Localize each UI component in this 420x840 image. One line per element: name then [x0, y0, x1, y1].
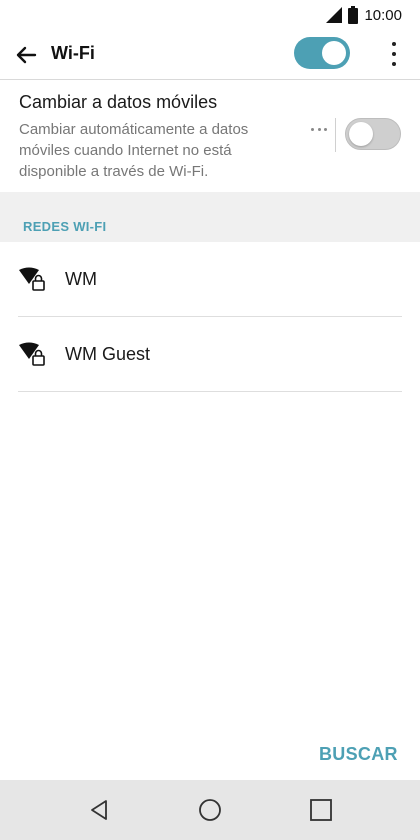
status-bar: 10:00	[0, 0, 420, 30]
back-button[interactable]	[12, 41, 40, 69]
back-triangle-icon	[91, 800, 107, 820]
mobile-data-setting[interactable]: Cambiar a datos móviles Cambiar automáti…	[0, 80, 420, 192]
arrow-left-icon	[16, 46, 37, 64]
wifi-lock-icon	[19, 342, 45, 366]
toggle-knob	[349, 122, 373, 146]
more-horiz-icon[interactable]	[311, 124, 327, 134]
recents-square-icon	[310, 799, 332, 821]
app-bar: Wi-Fi	[0, 30, 420, 80]
network-item-wm[interactable]: WM	[0, 242, 420, 317]
toggle-knob	[322, 41, 346, 65]
section-band: REDES WI-FI	[0, 192, 420, 242]
mobile-data-title: Cambiar a datos móviles	[19, 92, 218, 112]
scan-button[interactable]: BUSCAR	[319, 744, 398, 765]
nav-home-button[interactable]	[195, 795, 225, 825]
more-options-button[interactable]	[382, 40, 406, 68]
status-icons: 10:00	[326, 4, 402, 26]
divider	[18, 391, 402, 392]
network-list: WM WM Guest	[0, 242, 420, 392]
page-title: Wi-Fi	[51, 43, 95, 63]
navigation-bar	[0, 780, 420, 840]
wifi-lock-icon	[19, 267, 45, 291]
battery-icon	[348, 6, 359, 24]
network-name: WM	[65, 269, 97, 289]
mobile-data-toggle[interactable]	[345, 118, 401, 150]
section-header-wifi-networks: REDES WI-FI	[23, 219, 107, 234]
network-item-wm-guest[interactable]: WM Guest	[0, 317, 420, 392]
status-time: 10:00	[364, 6, 402, 24]
divider	[335, 118, 336, 152]
nav-back-button[interactable]	[84, 795, 114, 825]
home-circle-icon	[199, 799, 221, 821]
more-vert-icon	[392, 42, 396, 46]
signal-icon	[326, 7, 343, 23]
wifi-toggle[interactable]	[294, 37, 350, 69]
mobile-data-description: Cambiar automáticamente a datos móviles …	[19, 121, 249, 180]
nav-recents-button[interactable]	[306, 795, 336, 825]
network-name: WM Guest	[65, 344, 151, 364]
